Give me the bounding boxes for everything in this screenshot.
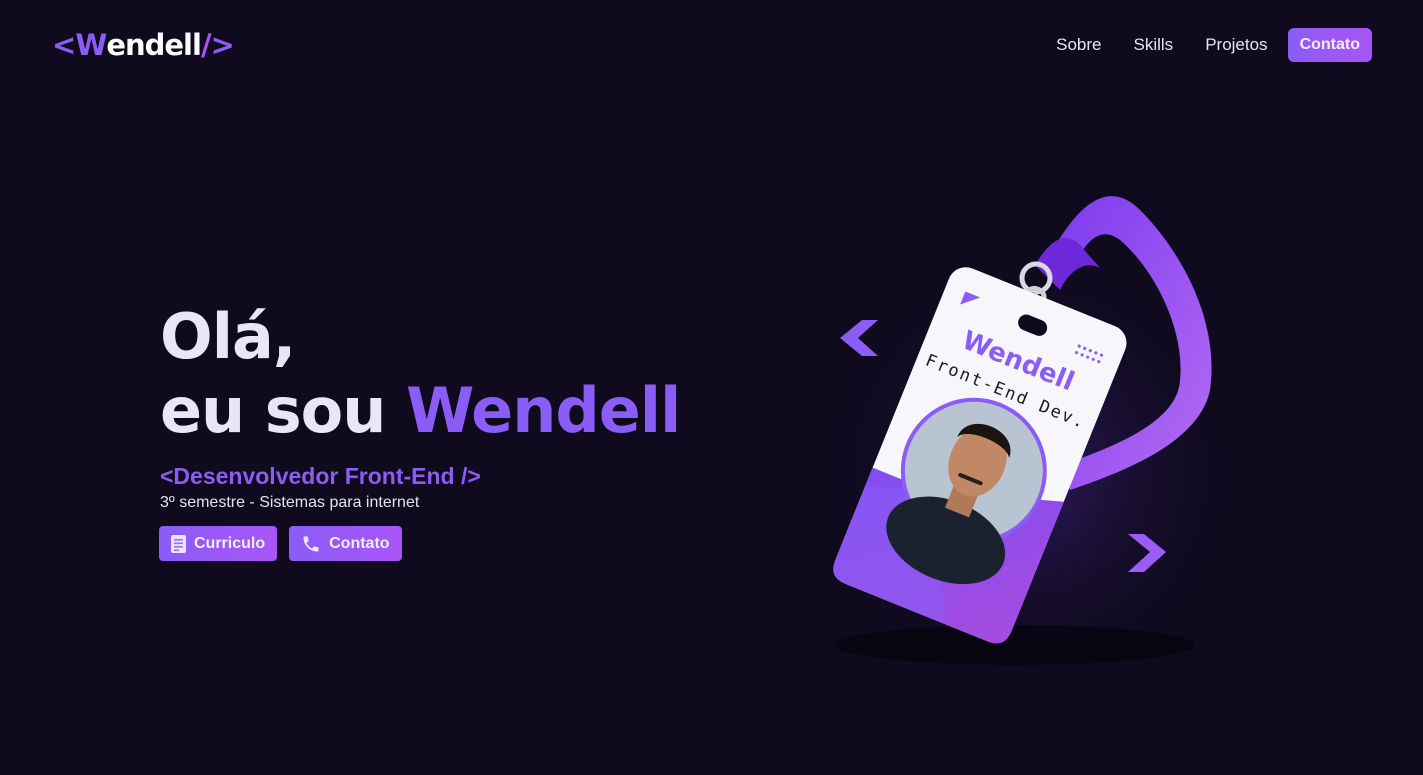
main-nav: Sobre Skills Projetos Contato (1056, 28, 1372, 62)
contact-button[interactable]: Contato (289, 526, 402, 561)
hero-role: <Desenvolvedor Front-End /> (160, 463, 481, 489)
nav-contact-button[interactable]: Contato (1287, 28, 1372, 62)
hero-subtitle: 3º semestre - Sistemas para internet (160, 494, 420, 511)
hero-section: Olá, eu sou Wendell <Desenvolvedor Front… (159, 300, 681, 561)
nav-link-skills[interactable]: Skills (1134, 35, 1174, 55)
nav-link-sobre[interactable]: Sobre (1056, 35, 1101, 55)
resume-button-label: Curriculo (194, 534, 266, 552)
contact-button-label: Contato (329, 534, 390, 552)
nav-link-projetos[interactable]: Projetos (1205, 35, 1267, 55)
logo-slash: / (200, 28, 212, 62)
resume-button[interactable]: Curriculo (159, 526, 278, 561)
phone-icon (303, 536, 319, 551)
logo-open-bracket: < (52, 28, 76, 62)
hero-greeting: Olá, (160, 300, 296, 373)
id-badge-svg: Wendell Front-End Dev. (810, 196, 1250, 680)
hero-heading: Olá, eu sou Wendell (160, 300, 681, 448)
logo-text: endell (106, 28, 202, 62)
badge-shadow (835, 625, 1195, 665)
logo[interactable]: < Wendell / > (52, 28, 235, 62)
hero-buttons: Curriculo Contato (159, 526, 680, 561)
logo-close-bracket: > (210, 28, 235, 62)
hero-intro: eu sou (160, 374, 406, 447)
hero-name: Wendell (406, 374, 681, 447)
document-icon (171, 534, 186, 553)
logo-initial: W (75, 28, 107, 62)
id-badge-illustration: Wendell Front-End Dev. (800, 180, 1260, 680)
